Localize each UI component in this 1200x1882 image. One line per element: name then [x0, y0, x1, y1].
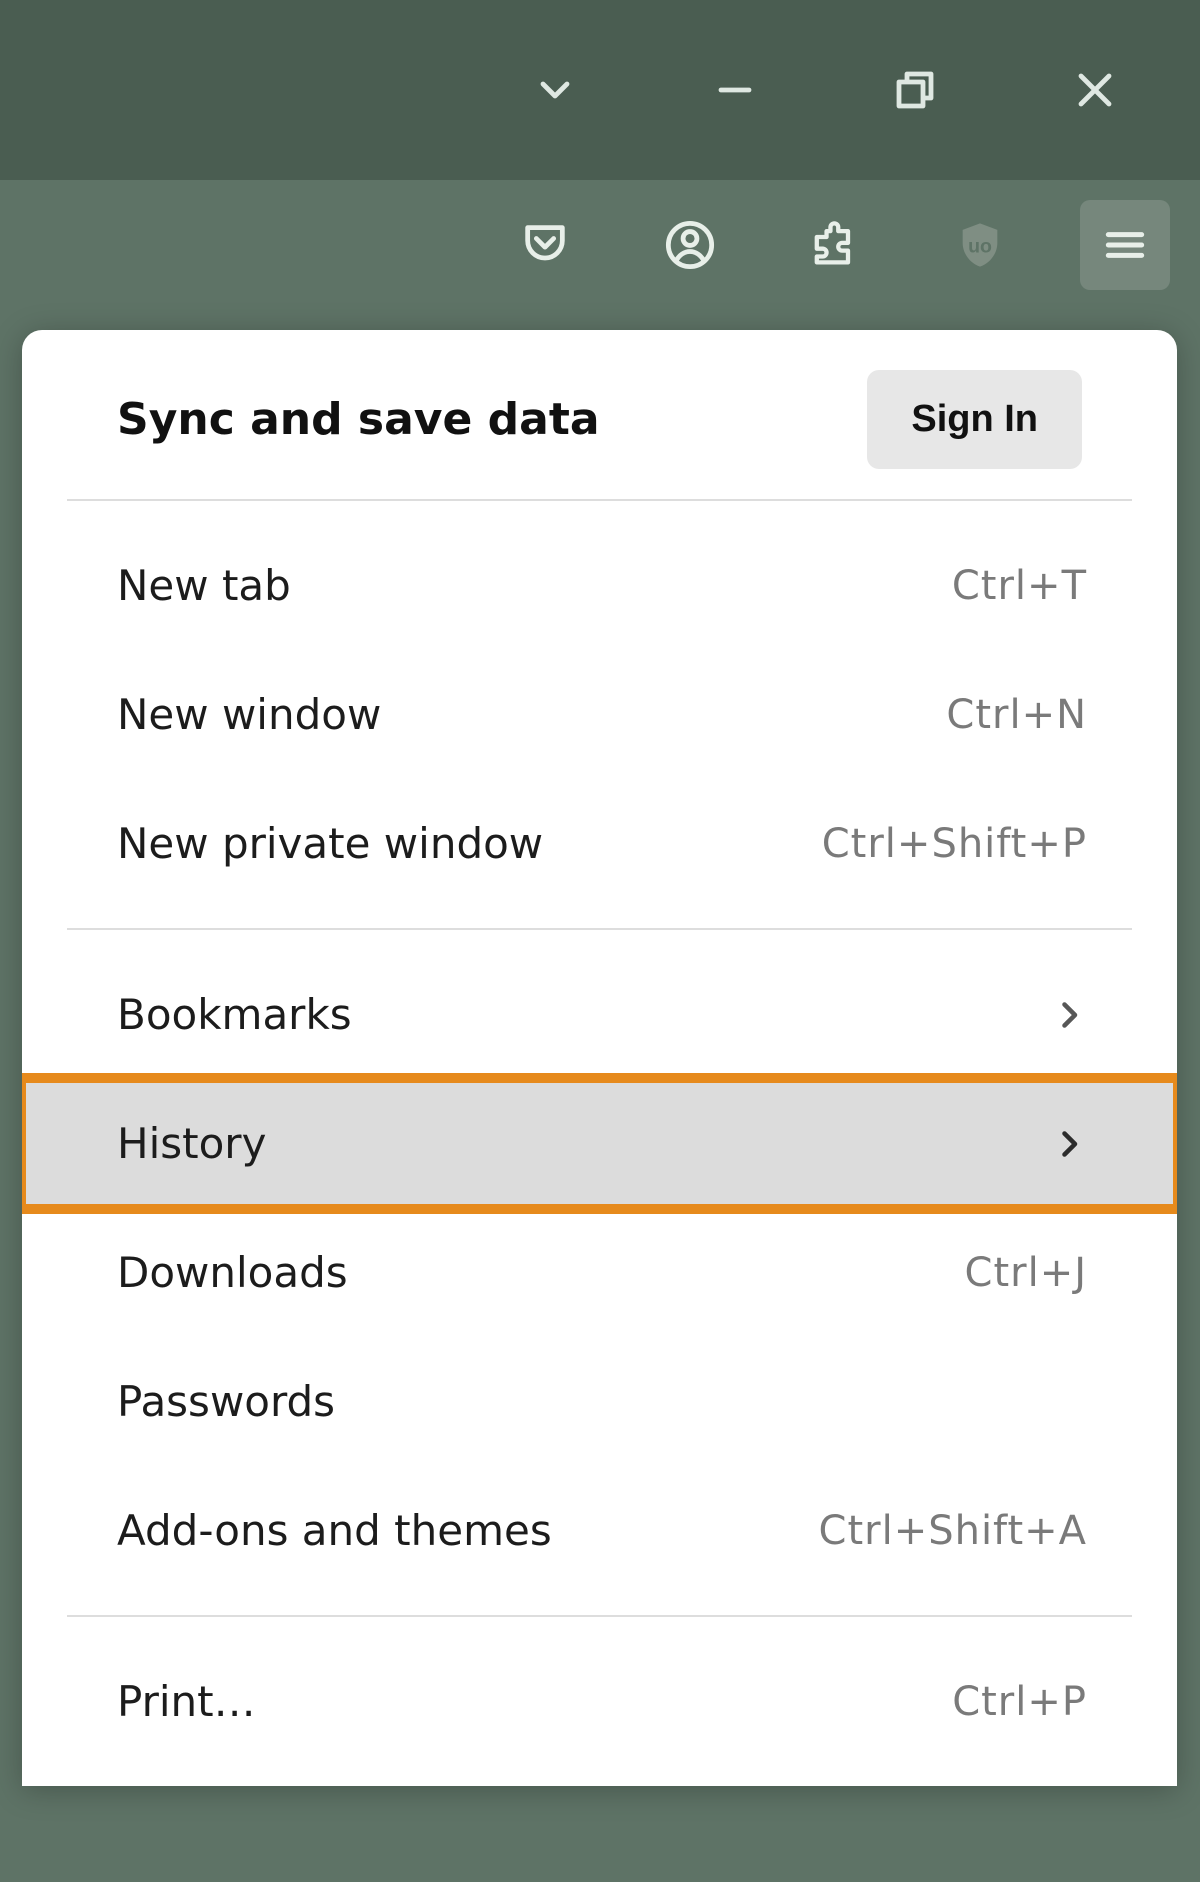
window-minimize-button[interactable]: [710, 65, 760, 115]
menu-item-new-tab[interactable]: New tab Ctrl+T: [67, 521, 1132, 650]
svg-text:uo: uo: [968, 236, 992, 258]
chevron-right-icon: [1051, 1126, 1087, 1162]
account-icon[interactable]: [645, 200, 735, 290]
tab-list-caret[interactable]: [530, 65, 580, 115]
menu-item-label: Add-ons and themes: [117, 1506, 552, 1555]
menu-item-label: Bookmarks: [117, 990, 352, 1039]
menu-item-shortcut: Ctrl+J: [965, 1250, 1087, 1296]
menu-item-downloads[interactable]: Downloads Ctrl+J: [67, 1208, 1132, 1337]
app-menu-popup: Sync and save data Sign In New tab Ctrl+…: [22, 330, 1177, 1786]
hamburger-menu-button[interactable]: [1080, 200, 1170, 290]
menu-item-label: Downloads: [117, 1248, 348, 1297]
window-maximize-button[interactable]: [890, 65, 940, 115]
menu-item-label: New window: [117, 690, 381, 739]
sync-row: Sync and save data Sign In: [67, 340, 1132, 501]
extensions-icon[interactable]: [790, 200, 880, 290]
sync-title: Sync and save data: [117, 394, 600, 445]
menu-item-passwords[interactable]: Passwords: [67, 1337, 1132, 1466]
menu-item-print[interactable]: Print… Ctrl+P: [67, 1637, 1132, 1766]
window-close-button[interactable]: [1070, 65, 1120, 115]
sign-in-button[interactable]: Sign In: [867, 370, 1082, 469]
menu-item-label: History: [117, 1119, 266, 1168]
window-titlebar: [0, 0, 1200, 180]
menu-item-label: New tab: [117, 561, 291, 610]
menu-item-bookmarks[interactable]: Bookmarks: [67, 950, 1132, 1079]
menu-item-history[interactable]: History: [22, 1079, 1177, 1208]
menu-item-shortcut: Ctrl+P: [952, 1679, 1087, 1725]
menu-item-label: Passwords: [117, 1377, 335, 1426]
menu-item-new-window[interactable]: New window Ctrl+N: [67, 650, 1132, 779]
menu-item-label: Print…: [117, 1677, 256, 1726]
menu-item-shortcut: Ctrl+N: [946, 692, 1087, 738]
ublock-shield-icon[interactable]: uo: [935, 200, 1025, 290]
menu-item-label: New private window: [117, 819, 543, 868]
menu-item-new-private-window[interactable]: New private window Ctrl+Shift+P: [67, 779, 1132, 908]
chevron-right-icon: [1051, 997, 1087, 1033]
pocket-icon[interactable]: [500, 200, 590, 290]
menu-item-addons-themes[interactable]: Add-ons and themes Ctrl+Shift+A: [67, 1466, 1132, 1595]
menu-section-print: Print… Ctrl+P: [67, 1617, 1132, 1786]
menu-item-shortcut: Ctrl+T: [952, 563, 1087, 609]
menu-item-shortcut: Ctrl+Shift+P: [822, 821, 1087, 867]
menu-section-tabs: New tab Ctrl+T New window Ctrl+N New pri…: [67, 501, 1132, 930]
browser-toolbar: uo: [0, 180, 1200, 310]
menu-item-shortcut: Ctrl+Shift+A: [819, 1508, 1087, 1554]
menu-section-library: Bookmarks History Downloads Ctrl+J Passw…: [67, 930, 1132, 1617]
